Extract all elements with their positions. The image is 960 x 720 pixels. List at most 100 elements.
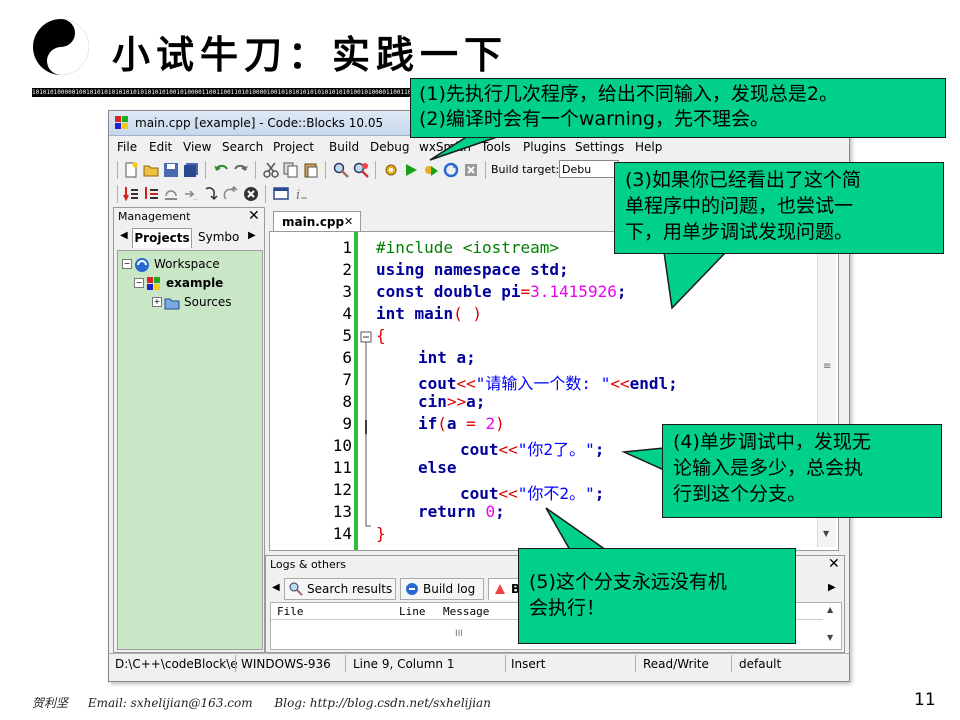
code-line-11: else — [418, 458, 457, 477]
menu-bar: File Edit View Search Project Build Debu… — [109, 137, 849, 157]
code-line-7: cout<<"请输入一个数: "<<endl; — [418, 374, 678, 393]
collapse-project-icon[interactable]: − — [134, 278, 144, 288]
scroll-down-icon[interactable]: ▼ — [823, 529, 829, 538]
code-line-12: cout<<"你不2。"; — [460, 484, 605, 503]
menu-settings[interactable]: Settings — [575, 140, 624, 154]
tab-search-results[interactable]: Search results — [284, 578, 396, 600]
tab-scroll-left-icon[interactable]: ◀ — [120, 230, 128, 241]
tab-main-cpp[interactable]: main.cpp ✕ — [273, 211, 361, 232]
new-file-icon[interactable] — [123, 162, 139, 178]
menu-tools[interactable]: Tools — [481, 140, 511, 154]
abort-icon[interactable] — [463, 162, 479, 178]
replace-icon[interactable] — [353, 162, 369, 178]
tree-label-workspace: Workspace — [154, 257, 220, 271]
logs-scroll-down-icon[interactable]: ▼ — [827, 633, 833, 642]
run-icon[interactable] — [403, 162, 419, 178]
close-logs-icon[interactable]: ✕ — [828, 556, 840, 572]
callout-4-line-1: (4)单步调试中，发现无 — [673, 431, 871, 453]
line-number: 9 — [342, 414, 352, 433]
cut-icon[interactable] — [263, 162, 279, 178]
change-bar — [354, 232, 358, 550]
copy-icon[interactable] — [283, 162, 299, 178]
tab-label-build-log: Build log — [423, 582, 476, 596]
save-all-icon[interactable] — [183, 162, 199, 178]
menu-search[interactable]: Search — [222, 140, 263, 154]
management-header: Management ✕ — [114, 208, 264, 226]
code-line-5: { — [376, 326, 386, 345]
code-line-4: int main( ) — [376, 304, 482, 323]
callout-1-line-2: (2)编译时会有一个warning，先不理会。 — [419, 108, 769, 130]
magnifier-icon — [289, 582, 303, 596]
column-file[interactable]: File — [277, 605, 304, 618]
callout-5-line-2: 会执行！ — [529, 597, 606, 619]
status-position: Line 9, Column 1 — [353, 657, 455, 671]
paste-icon[interactable] — [303, 162, 319, 178]
tab-symbols[interactable]: Symbo — [198, 230, 239, 244]
next-instruction-icon[interactable]: .. — [183, 186, 199, 202]
tree-item-sources[interactable]: + Sources — [152, 294, 262, 312]
callout-never-executed: (5)这个分支永远没有机 会执行！ — [518, 548, 796, 644]
tab-projects[interactable]: Projects — [132, 228, 192, 248]
undo-icon[interactable] — [213, 162, 229, 178]
expand-sources-icon[interactable]: + — [152, 297, 162, 307]
build-and-run-icon[interactable] — [423, 162, 439, 178]
menu-edit[interactable]: Edit — [149, 140, 172, 154]
management-tabs: ◀ Projects Symbo ▶ — [118, 228, 260, 248]
menu-wxsmith[interactable]: wxSmith — [419, 140, 471, 154]
logs-scroll-right-icon[interactable]: ▶ — [828, 582, 836, 593]
redo-icon[interactable] — [233, 162, 249, 178]
close-tab-icon[interactable]: ✕ — [344, 215, 353, 228]
open-folder-icon[interactable] — [143, 162, 159, 178]
code-line-10: cout<<"你2了。"; — [460, 440, 605, 459]
find-icon[interactable] — [333, 162, 349, 178]
tree-label-sources: Sources — [184, 295, 232, 309]
scroll-grip-icon[interactable]: ≡ — [823, 361, 831, 372]
build-gear-icon[interactable] — [383, 162, 399, 178]
horizontal-scroll-grip-icon[interactable]: III — [455, 629, 463, 639]
debug-info-icon[interactable]: i — [293, 186, 309, 202]
code-line-9: if(a = 2) — [418, 414, 505, 433]
menu-view[interactable]: View — [183, 140, 211, 154]
line-number: 10 — [332, 436, 352, 455]
menu-file[interactable]: File — [117, 140, 137, 154]
status-bar: D:\C++\codeBlock\e WINDOWS-936 Line 9, C… — [109, 653, 849, 674]
menu-project[interactable]: Project — [273, 140, 314, 154]
stop-debugger-icon[interactable] — [243, 186, 259, 202]
window-title: main.cpp [example] - Code::Blocks 10.05 — [135, 116, 384, 130]
column-line[interactable]: Line — [399, 605, 426, 618]
tab-scroll-right-icon[interactable]: ▶ — [248, 230, 256, 241]
run-to-cursor-icon[interactable] — [143, 186, 159, 202]
tree-item-project[interactable]: − example — [134, 275, 262, 293]
debug-windows-icon[interactable] — [273, 186, 289, 202]
build-target-label: Build target: — [491, 163, 560, 176]
close-management-icon[interactable]: ✕ — [248, 208, 260, 224]
menu-debug[interactable]: Debug — [370, 140, 409, 154]
save-icon[interactable] — [163, 162, 179, 178]
debug-continue-icon[interactable] — [123, 186, 139, 202]
callout-4-line-3: 行到这个分支。 — [673, 483, 807, 505]
callout-1-line-1: (1)先执行几次程序，给出不同输入，发现总是2。 — [419, 83, 839, 105]
menu-help[interactable]: Help — [635, 140, 662, 154]
menu-plugins[interactable]: Plugins — [523, 140, 566, 154]
build-target-select[interactable]: Debu — [559, 160, 619, 178]
fold-margin — [360, 331, 372, 527]
logs-scroll-left-icon[interactable]: ◀ — [272, 582, 280, 593]
step-out-icon[interactable] — [223, 186, 239, 202]
management-panel: Management ✕ ◀ Projects Symbo ▶ − Worksp… — [113, 207, 265, 653]
logs-scroll-up-icon[interactable]: ▲ — [827, 605, 833, 614]
logs-title: Logs & others — [270, 558, 346, 571]
status-profile: default — [739, 657, 782, 671]
step-into-icon[interactable] — [203, 186, 219, 202]
svg-text:0: 0 — [57, 29, 64, 42]
column-message[interactable]: Message — [443, 605, 489, 618]
slide-footer: 贺利坚 Email: sxhelijian@163.com Blog: http… — [32, 694, 491, 711]
folder-icon — [164, 298, 180, 310]
collapse-workspace-icon[interactable]: − — [122, 259, 132, 269]
tree-item-workspace[interactable]: − Workspace — [122, 256, 262, 274]
tab-build-log[interactable]: Build log — [400, 578, 484, 600]
callout-3-line-1: (3)如果你已经看出了这个简 — [625, 169, 861, 191]
menu-build[interactable]: Build — [329, 140, 359, 154]
next-line-icon[interactable] — [163, 186, 179, 202]
workspace-icon — [135, 258, 149, 272]
rebuild-icon[interactable] — [443, 162, 459, 178]
